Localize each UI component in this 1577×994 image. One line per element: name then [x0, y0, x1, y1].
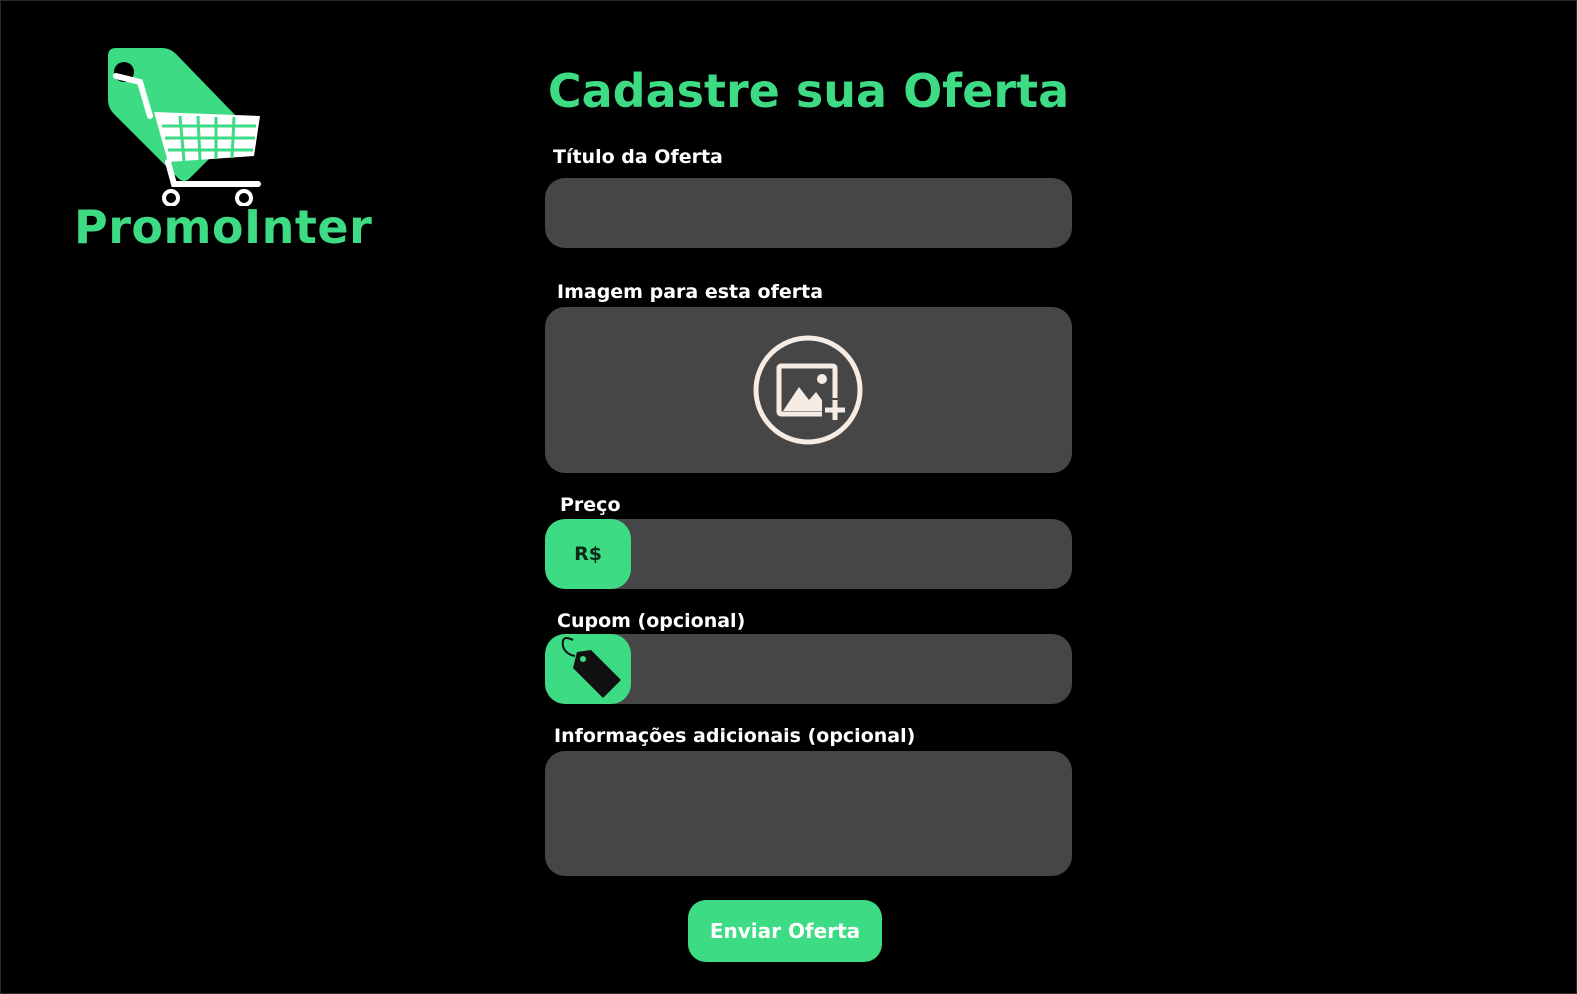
tag-icon	[561, 637, 621, 698]
submit-offer-button[interactable]: Enviar Oferta	[688, 900, 882, 962]
image-field-label: Imagem para esta oferta	[557, 281, 824, 303]
shopping-cart-tag-icon	[108, 48, 261, 206]
additional-info-textarea[interactable]	[545, 751, 1072, 876]
coupon-field-label: Cupom (opcional)	[557, 610, 746, 632]
add-image-icon	[753, 335, 863, 445]
currency-prefix: R$	[545, 519, 631, 589]
brand-name: PromoInter	[74, 200, 373, 254]
image-upload-area[interactable]	[545, 307, 1072, 473]
page-title: Cadastre sua Oferta	[547, 64, 1070, 118]
coupon-prefix	[545, 634, 631, 704]
offer-title-input[interactable]	[545, 178, 1072, 248]
title-field-label: Título da Oferta	[553, 146, 723, 168]
coupon-input[interactable]	[631, 634, 1072, 704]
price-field-label: Preço	[560, 494, 621, 516]
brand-logo[interactable]: PromoInter	[70, 40, 372, 270]
info-field-label: Informações adicionais (opcional)	[554, 725, 916, 747]
price-field: R$	[545, 519, 1072, 589]
coupon-field	[545, 634, 1072, 704]
price-input[interactable]	[631, 519, 1072, 589]
